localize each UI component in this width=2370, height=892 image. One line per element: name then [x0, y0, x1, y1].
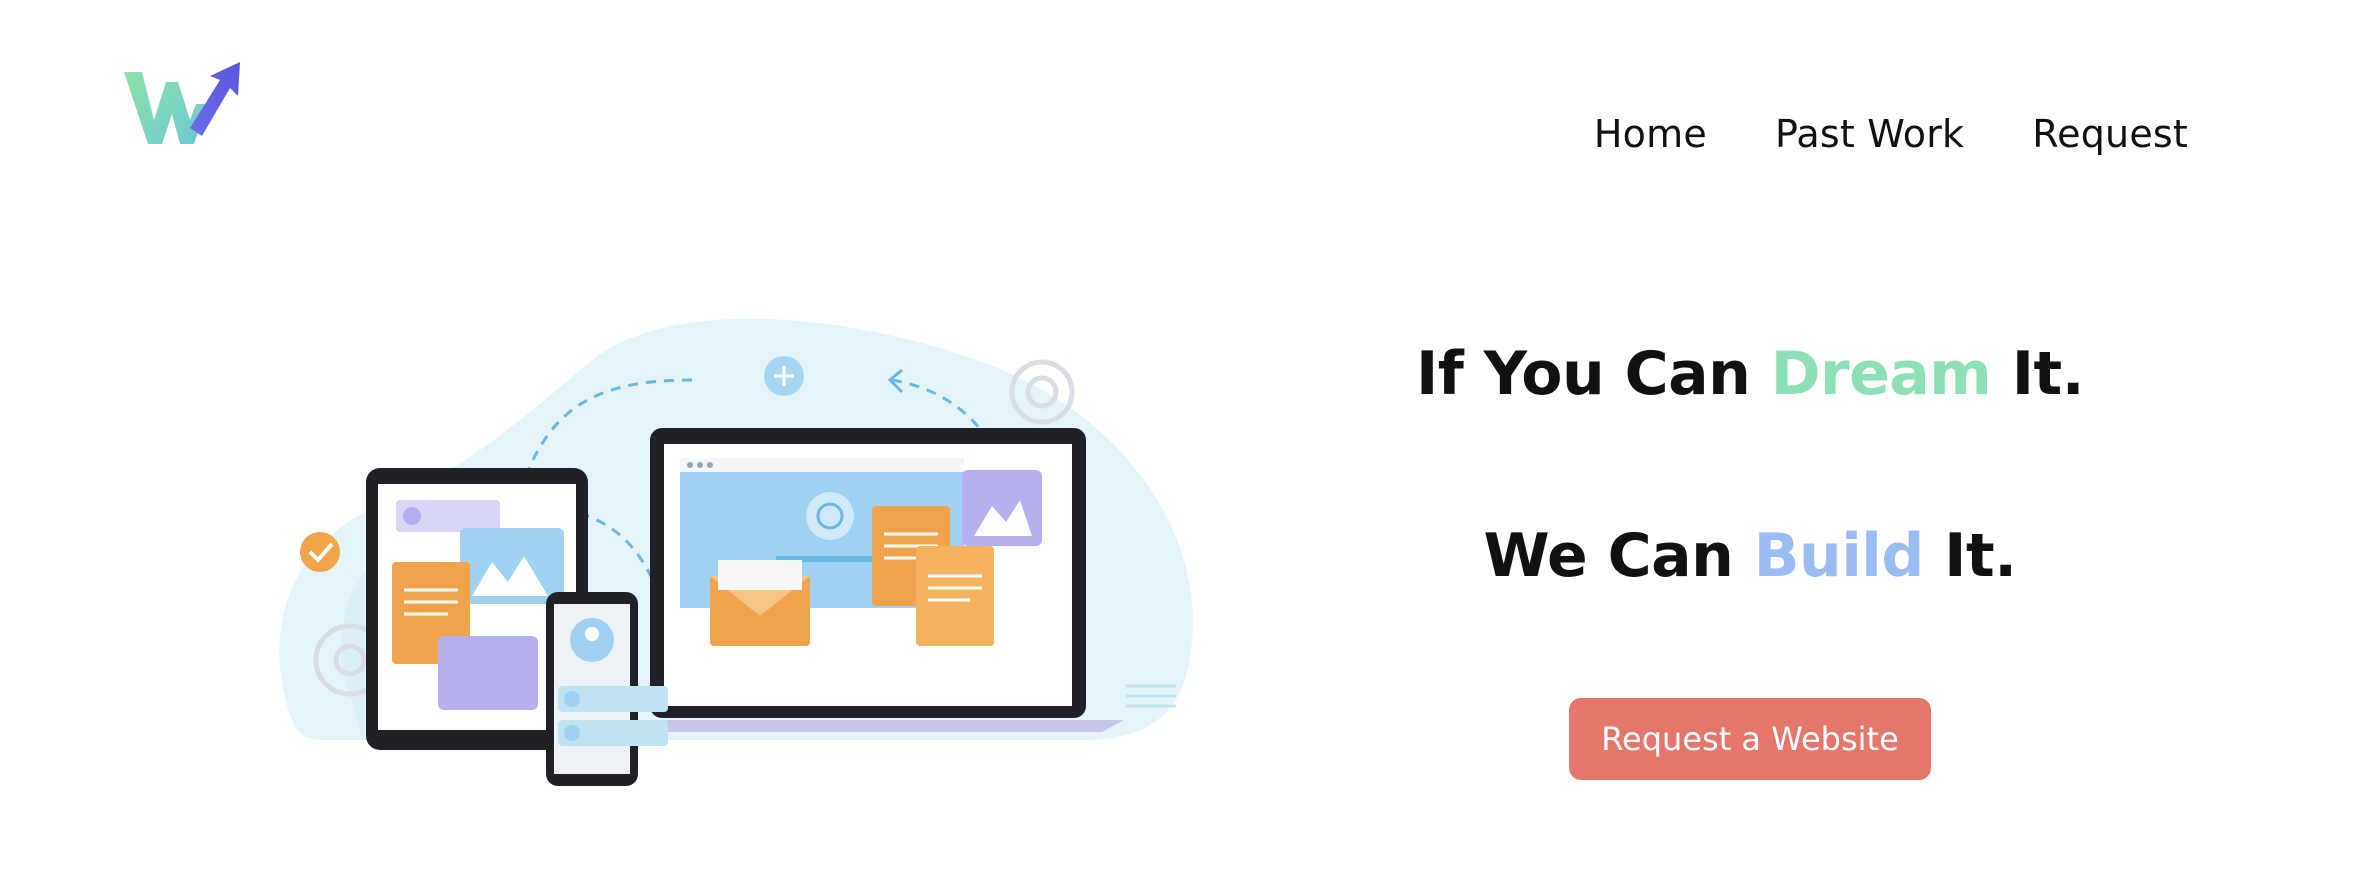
landing-page: Home Past Work Request If You Can Dream …	[0, 0, 2370, 892]
hero-text-block: If You Can Dream It. We Can Build It. Re…	[1380, 330, 2120, 780]
nav-request[interactable]: Request	[2032, 112, 2188, 156]
devices-sync-illustration	[279, 318, 1193, 786]
headline-dream: If You Can Dream It.	[1380, 338, 2120, 410]
nav-past-work[interactable]: Past Work	[1775, 112, 1964, 156]
headline-1-prefix: If You Can	[1415, 339, 1771, 409]
main-nav: Home Past Work Request	[1594, 112, 2188, 156]
headline-1-accent: Dream	[1770, 339, 1992, 409]
headline-2-suffix: It.	[1923, 521, 2017, 591]
headline-2-prefix: We Can	[1483, 521, 1754, 591]
logo-icon[interactable]	[120, 58, 245, 146]
request-website-button[interactable]: Request a Website	[1569, 698, 1931, 780]
headline-2-accent: Build	[1753, 521, 1925, 591]
headline-1-suffix: It.	[1991, 339, 2085, 409]
nav-home[interactable]: Home	[1594, 112, 1707, 156]
headline-build: We Can Build It.	[1380, 520, 2120, 592]
